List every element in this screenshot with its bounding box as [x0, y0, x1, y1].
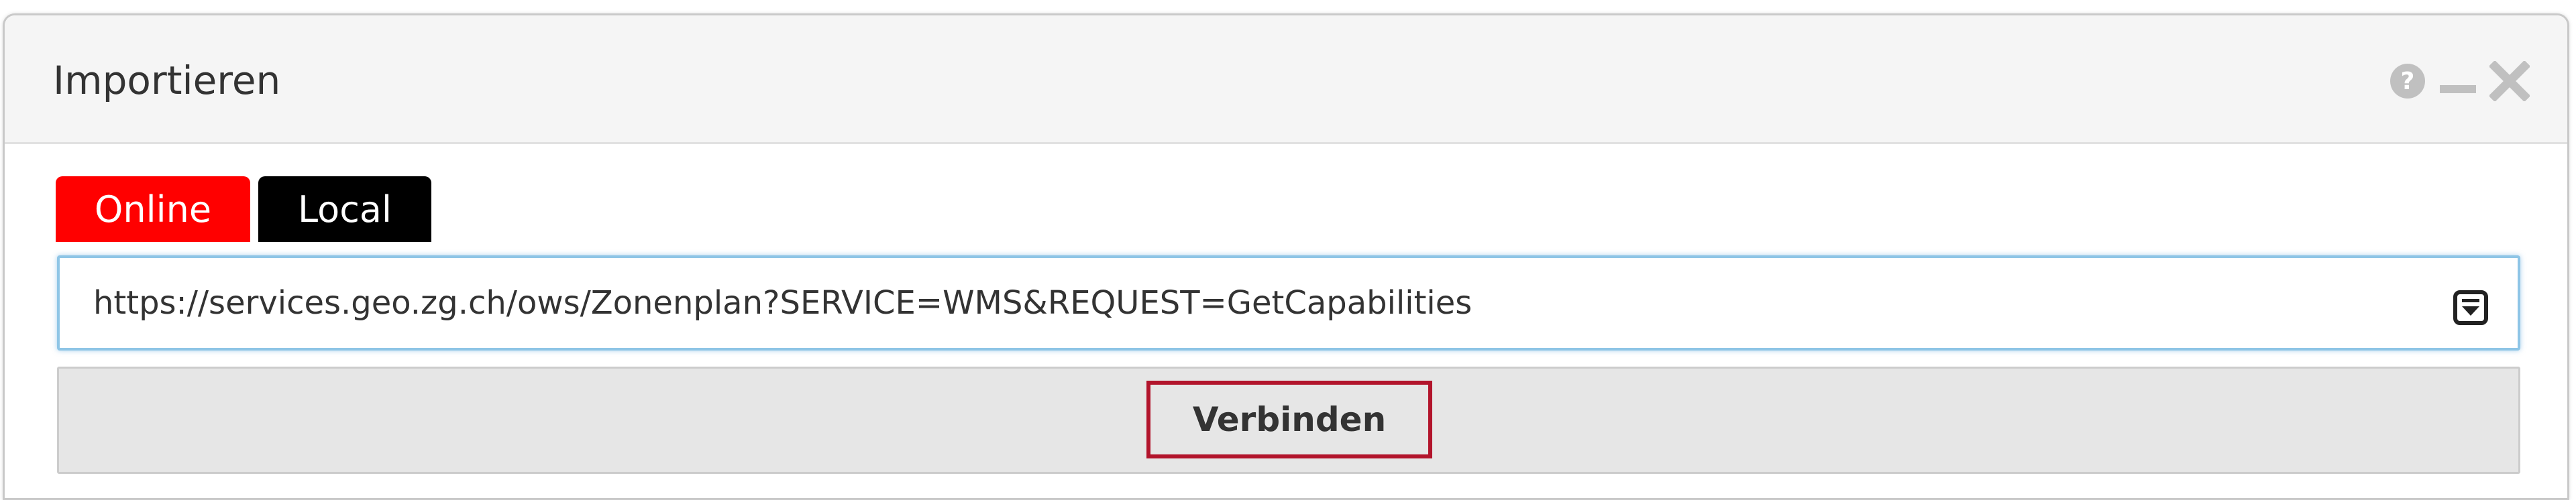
source-tabs: Online Local [56, 176, 431, 242]
tab-online[interactable]: Online [56, 176, 250, 242]
import-dialog: Importieren ? Online Local https://servi… [3, 13, 2569, 500]
minimize-icon[interactable] [2438, 62, 2477, 100]
dialog-title: Importieren [53, 58, 281, 103]
connect-bar: Verbinden [57, 367, 2520, 474]
close-icon[interactable] [2489, 61, 2530, 101]
url-input[interactable] [93, 258, 2374, 348]
window-controls: ? [2389, 60, 2530, 103]
connect-button-label: Verbinden [1192, 400, 1387, 439]
url-combobox[interactable] [57, 255, 2520, 351]
tab-online-label: Online [94, 188, 212, 231]
dropdown-box-icon[interactable] [2453, 290, 2488, 325]
connect-button[interactable]: Verbinden [1146, 381, 1432, 458]
tab-local-label: Local [298, 188, 392, 231]
svg-text:?: ? [2401, 68, 2415, 95]
help-icon[interactable]: ? [2389, 62, 2426, 100]
tab-local[interactable]: Local [258, 176, 431, 242]
dialog-titlebar[interactable]: Importieren ? [5, 15, 2567, 144]
